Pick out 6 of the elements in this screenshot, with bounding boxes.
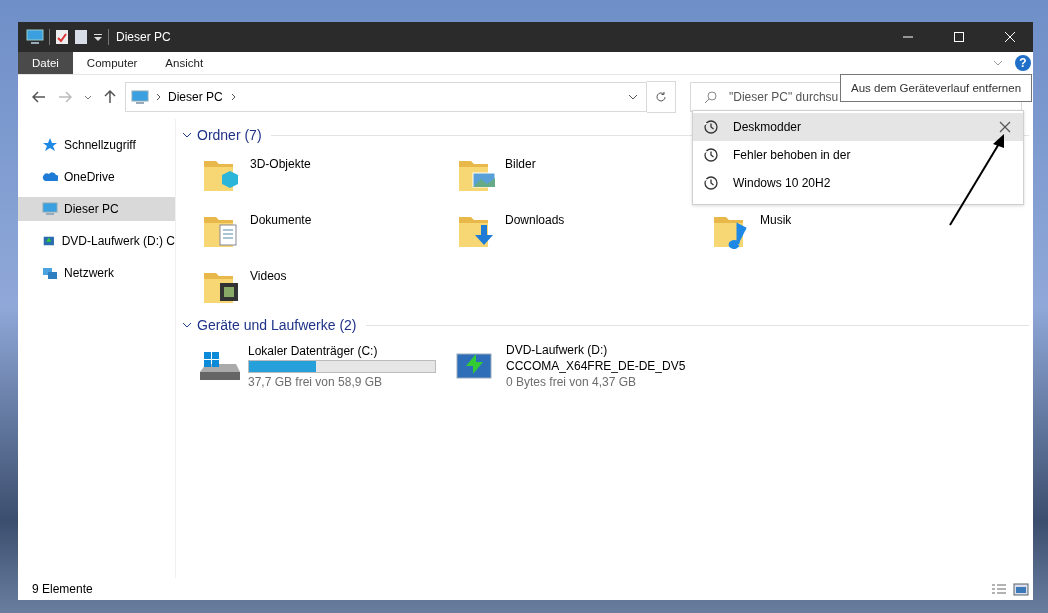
free-space-text: 0 Bytes frei von 4,37 GB	[506, 375, 638, 389]
volume-label: CCCOMA_X64FRE_DE-DE_DV5	[506, 359, 686, 373]
status-text: 9 Elemente	[32, 582, 93, 596]
tooltip: Aus dem Geräteverlauf entfernen	[840, 74, 1033, 102]
free-space-text: 37,7 GB frei von 58,9 GB	[248, 374, 384, 389]
window-title: Dieser PC	[116, 30, 171, 44]
